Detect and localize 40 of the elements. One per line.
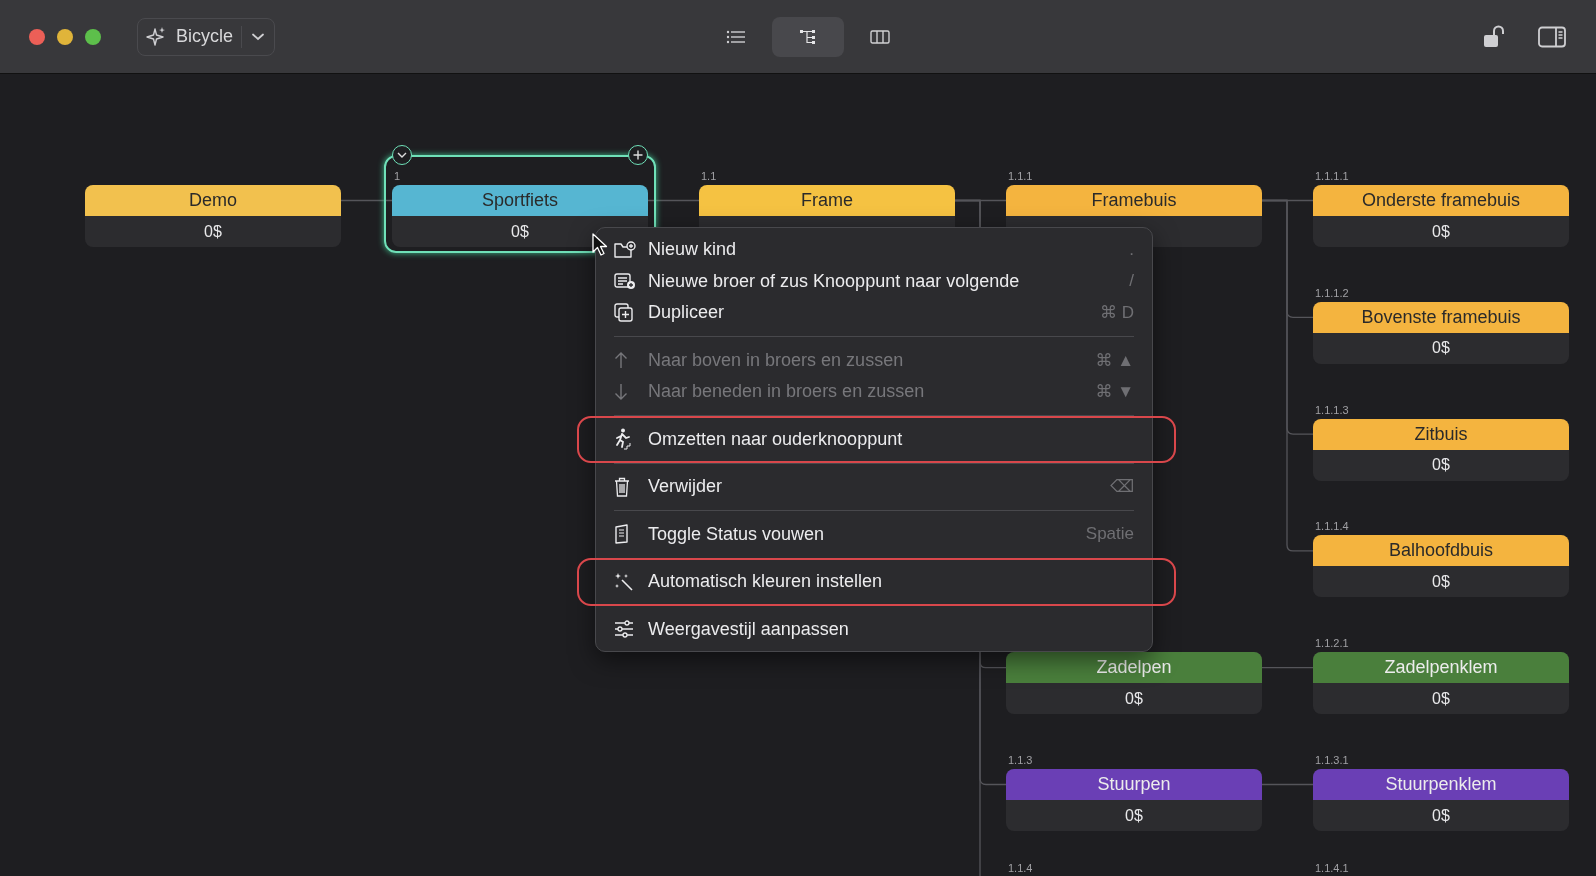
node-number: 1.1.3.1 [1315, 754, 1349, 766]
node-title: Sportfiets [392, 185, 648, 216]
shortcut-label: Spatie [1085, 524, 1134, 545]
node-number: 1.1.1.2 [1315, 286, 1349, 299]
node-number: 1.1.4.1 [1315, 862, 1349, 874]
node-title: Stuurpen [1006, 769, 1262, 800]
node-number: 1.1 [701, 170, 717, 182]
node-value: 0$ [1432, 572, 1450, 591]
node-number: 1.1.1.3 [1315, 403, 1349, 416]
node-title: Zadelpen [1006, 652, 1262, 684]
node-value: 0$ [1432, 806, 1450, 825]
node-title: Zitbuis [1313, 418, 1569, 450]
node-value: 0$ [1432, 689, 1450, 708]
shortcut-label: ⌘ D [1100, 302, 1134, 324]
shortcut-label: ⌫ [1109, 476, 1134, 498]
node-value: 0$ [1432, 222, 1450, 241]
node-number: 1.1.1.1 [1315, 170, 1349, 182]
node-title: Frame [699, 185, 955, 216]
node-value: 0$ [511, 222, 529, 241]
node-value: 0$ [1432, 456, 1450, 475]
node-number: 1.1.4 [1008, 862, 1033, 874]
node-title: Zadelpenklem [1313, 652, 1569, 684]
node-title: Stuurpenklem [1313, 769, 1569, 800]
shortcut-label: / [1129, 271, 1134, 292]
node-title: Bovenste framebuis [1313, 301, 1569, 333]
node-value: 0$ [1125, 806, 1143, 825]
node-title: Onderste framebuis [1313, 185, 1569, 216]
node-value: 0$ [1125, 689, 1143, 708]
node-title: Framebuis [1006, 185, 1262, 216]
node-value: 0$ [204, 222, 222, 241]
node-number: 1.1.3 [1008, 754, 1033, 766]
node-number: 1.1.1.4 [1315, 520, 1349, 533]
node-value: 0$ [1432, 339, 1450, 358]
node-number: 1 [394, 170, 401, 182]
node-title: Balhoofdbuis [1313, 535, 1569, 567]
shortcut-label: ⌘ ▲ [1095, 349, 1134, 371]
node-title: Demo [85, 185, 341, 216]
shortcut-label: ⌘ ▼ [1095, 381, 1134, 403]
node-number: 1.1.2.1 [1315, 637, 1349, 650]
node-number: 1.1.1 [1008, 170, 1033, 182]
